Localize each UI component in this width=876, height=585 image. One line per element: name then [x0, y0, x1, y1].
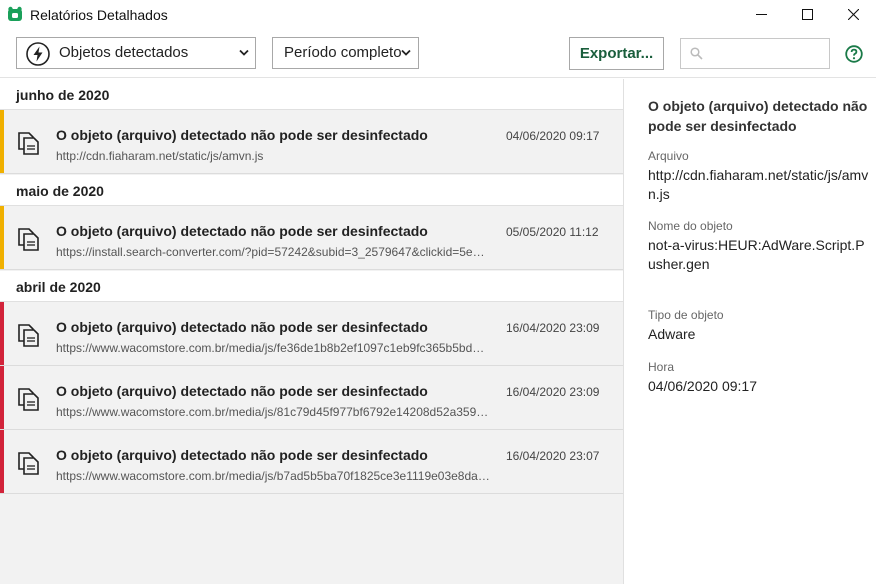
chevron-down-icon [401, 49, 411, 56]
entry-time: 16/04/2020 23:07 [506, 449, 600, 463]
entry-title: O objeto (arquivo) detectado não pode se… [56, 223, 428, 239]
group-header-label: maio de 2020 [16, 183, 104, 199]
help-icon[interactable] [845, 45, 863, 63]
window-title: Relatórios Detalhados [30, 7, 168, 23]
period-filter-dropdown[interactable]: Período completo [272, 37, 419, 69]
severity-bar [0, 302, 4, 365]
detail-time-label: Hora [648, 360, 675, 374]
toolbar: Objetos detectados Período completo Expo… [0, 29, 876, 78]
entry-url: https://www.wacomstore.com.br/media/js/f… [56, 341, 485, 355]
entry-url: https://www.wacomstore.com.br/media/js/8… [56, 405, 489, 419]
severity-bar [0, 366, 4, 429]
export-button[interactable]: Exportar... [569, 37, 664, 70]
maximize-icon [801, 9, 813, 20]
close-icon [847, 9, 859, 20]
title-bar: Relatórios Detalhados [0, 0, 876, 29]
report-entry[interactable]: O objeto (arquivo) detectado não pode se… [0, 302, 623, 366]
detail-object-name-value: not-a-virus:HEUR:AdWare.Script.Pusher.ge… [648, 237, 865, 272]
report-entry[interactable]: O objeto (arquivo) detectado não pode se… [0, 366, 623, 430]
search-icon [690, 47, 703, 60]
entry-time: 16/04/2020 23:09 [506, 321, 600, 335]
detail-time-value: 04/06/2020 09:17 [648, 378, 757, 394]
entry-title: O objeto (arquivo) detectado não pode se… [56, 383, 428, 399]
search-input[interactable] [680, 38, 830, 69]
group-header-label: junho de 2020 [16, 87, 110, 103]
minimize-button[interactable] [738, 0, 784, 29]
document-copy-icon [18, 228, 39, 251]
period-filter-label: Período completo [284, 44, 402, 61]
detail-file-label: Arquivo [648, 149, 689, 163]
minimize-icon [755, 14, 767, 15]
entry-title: O objeto (arquivo) detectado não pode se… [56, 127, 428, 143]
report-entry[interactable]: O objeto (arquivo) detectado não pode se… [0, 110, 623, 174]
entry-title: O objeto (arquivo) detectado não pode se… [56, 319, 428, 335]
objects-filter-dropdown[interactable]: Objetos detectados [16, 37, 256, 69]
lightning-icon [26, 42, 50, 66]
entry-time: 05/05/2020 11:12 [506, 225, 599, 239]
detail-object-type-value: Adware [648, 326, 696, 342]
entry-time: 16/04/2020 23:09 [506, 385, 600, 399]
entry-time: 04/06/2020 09:17 [506, 129, 600, 143]
severity-bar [0, 206, 4, 269]
document-copy-icon [18, 132, 39, 155]
group-header-june: junho de 2020 [0, 79, 623, 110]
detail-file-value: http://cdn.fiaharam.net/static/js/amvn.j… [648, 167, 869, 202]
group-header-april: abril de 2020 [0, 271, 623, 302]
app-logo-icon [8, 6, 22, 21]
chevron-down-icon [239, 49, 249, 56]
group-header-label: abril de 2020 [16, 279, 101, 295]
entry-url: http://cdn.fiaharam.net/static/js/amvn.j… [56, 149, 264, 163]
detail-object-type-label: Tipo de objeto [648, 308, 724, 322]
report-list: junho de 2020 O objeto (arquivo) detecta… [0, 79, 624, 584]
detail-object-name-label: Nome do objeto [648, 219, 733, 233]
severity-bar [0, 110, 4, 173]
entry-title: O objeto (arquivo) detectado não pode se… [56, 447, 428, 463]
detail-pane: O objeto (arquivo) detectado não pode se… [624, 79, 876, 584]
document-copy-icon [18, 452, 39, 475]
report-entry[interactable]: O objeto (arquivo) detectado não pode se… [0, 430, 623, 494]
severity-bar [0, 430, 4, 493]
objects-filter-label: Objetos detectados [59, 44, 189, 61]
detail-title: O objeto (arquivo) detectado não pode se… [648, 98, 868, 134]
report-entry[interactable]: O objeto (arquivo) detectado não pode se… [0, 206, 623, 270]
document-copy-icon [18, 324, 39, 347]
entry-url: https://install.search-converter.com/?pi… [56, 245, 485, 259]
maximize-button[interactable] [784, 0, 830, 29]
group-header-may: maio de 2020 [0, 175, 623, 206]
close-button[interactable] [830, 0, 876, 29]
document-copy-icon [18, 388, 39, 411]
entry-url: https://www.wacomstore.com.br/media/js/b… [56, 469, 490, 483]
